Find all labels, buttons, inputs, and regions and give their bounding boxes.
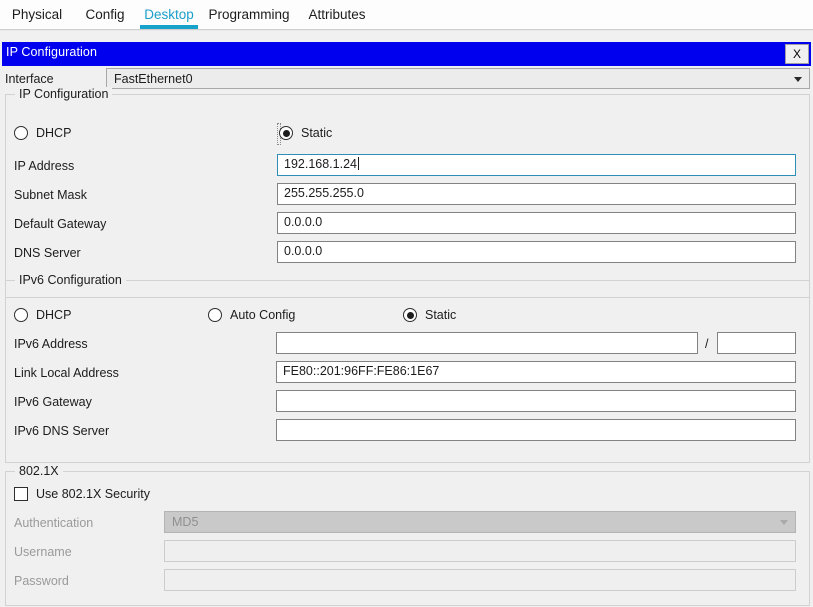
use-8021x-security-label: Use 802.1X Security bbox=[36, 487, 150, 501]
tab-desktop[interactable]: Desktop bbox=[136, 0, 202, 29]
ipv6-dhcp-label: DHCP bbox=[36, 308, 72, 322]
authentication-label: Authentication bbox=[14, 516, 94, 530]
radio-checked-icon bbox=[279, 126, 293, 140]
link-local-address-input[interactable]: FE80::201:96FF:FE86:1E67 bbox=[276, 361, 796, 383]
close-icon[interactable]: X bbox=[785, 44, 809, 64]
dns-server-value: 0.0.0.0 bbox=[284, 244, 323, 258]
tab-config-label: Config bbox=[85, 7, 125, 22]
password-label: Password bbox=[14, 574, 69, 588]
default-gateway-label: Default Gateway bbox=[14, 217, 107, 231]
ip-address-value: 192.168.1.24 bbox=[284, 157, 359, 171]
tab-desktop-label: Desktop bbox=[144, 7, 194, 22]
radio-unchecked-icon bbox=[14, 308, 28, 322]
link-local-address-label: Link Local Address bbox=[14, 366, 119, 380]
default-gateway-input[interactable]: 0.0.0.0 bbox=[277, 212, 796, 234]
page-title: IP Configuration bbox=[6, 45, 98, 59]
tab-physical-label: Physical bbox=[11, 7, 63, 22]
interface-label: Interface bbox=[5, 72, 54, 86]
radio-unchecked-icon bbox=[208, 308, 222, 322]
username-label: Username bbox=[14, 545, 72, 559]
subnet-mask-input[interactable]: 255.255.255.0 bbox=[277, 183, 796, 205]
close-button-label: X bbox=[792, 47, 801, 61]
chevron-down-icon bbox=[780, 520, 788, 525]
ipv6-prefix-separator: / bbox=[705, 337, 709, 351]
subnet-mask-value: 255.255.255.0 bbox=[284, 186, 364, 200]
dot1x-group-legend: 802.1X bbox=[15, 464, 63, 478]
ip-address-label: IP Address bbox=[14, 159, 75, 173]
interface-select-value: FastEthernet0 bbox=[114, 72, 193, 86]
ipv4-group-legend: IP Configuration bbox=[15, 87, 113, 101]
ipv6-prefix-length-input[interactable] bbox=[717, 332, 796, 354]
tab-active-underline bbox=[140, 25, 198, 29]
default-gateway-value: 0.0.0.0 bbox=[284, 215, 323, 229]
text-caret bbox=[358, 157, 359, 170]
radio-checked-icon bbox=[403, 308, 417, 322]
checkbox-unchecked-icon bbox=[14, 487, 28, 501]
ipv6-gateway-label: IPv6 Gateway bbox=[14, 395, 92, 409]
ipv6-static-label: Static bbox=[425, 308, 457, 322]
ipv4-static-label: Static bbox=[301, 126, 333, 140]
tab-attributes[interactable]: Attributes bbox=[296, 0, 378, 29]
ipv6-address-input[interactable] bbox=[276, 332, 698, 354]
tab-programming-label: Programming bbox=[208, 7, 290, 22]
interface-select[interactable]: FastEthernet0 bbox=[106, 68, 810, 89]
device-tab-bar: Physical Config Desktop Programming Attr… bbox=[0, 0, 813, 30]
chevron-down-icon bbox=[794, 76, 802, 82]
radio-unchecked-icon bbox=[14, 126, 28, 140]
subnet-mask-label: Subnet Mask bbox=[14, 188, 87, 202]
ip-address-input[interactable]: 192.168.1.24 bbox=[277, 154, 796, 176]
ipv6-gateway-input[interactable] bbox=[276, 390, 796, 412]
tab-programming[interactable]: Programming bbox=[202, 0, 296, 29]
password-input bbox=[164, 569, 796, 591]
ipv6-dns-server-input[interactable] bbox=[276, 419, 796, 441]
ipv4-dhcp-label: DHCP bbox=[36, 126, 72, 140]
ipv6-address-label: IPv6 Address bbox=[14, 337, 88, 351]
authentication-select: MD5 bbox=[164, 511, 796, 533]
tab-attributes-label: Attributes bbox=[308, 7, 366, 22]
link-local-address-value: FE80::201:96FF:FE86:1E67 bbox=[283, 364, 440, 378]
ipv6-group-legend: IPv6 Configuration bbox=[15, 273, 126, 287]
username-input bbox=[164, 540, 796, 562]
dns-server-label: DNS Server bbox=[14, 246, 81, 260]
ip-configuration-panel: IP Configuration X Interface FastEtherne… bbox=[0, 30, 813, 607]
window-title-bar: IP Configuration X bbox=[2, 42, 811, 66]
dns-server-input[interactable]: 0.0.0.0 bbox=[277, 241, 796, 263]
authentication-select-value: MD5 bbox=[172, 515, 199, 529]
ipv6-dns-server-label: IPv6 DNS Server bbox=[14, 424, 110, 438]
tab-config[interactable]: Config bbox=[74, 0, 136, 29]
tab-physical[interactable]: Physical bbox=[0, 0, 74, 29]
ipv6-auto-config-label: Auto Config bbox=[230, 308, 296, 322]
